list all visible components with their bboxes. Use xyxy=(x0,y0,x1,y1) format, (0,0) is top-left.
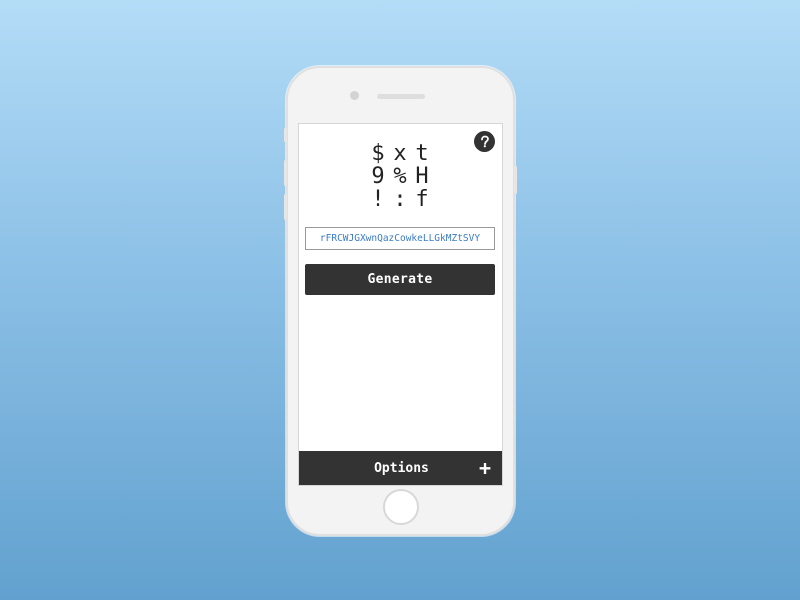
grid-char: $ xyxy=(371,141,385,166)
app-screen: $ x t 9 % H ! : f rFRCWJGXwnQazCowkeLLGk… xyxy=(298,123,503,486)
mute-switch xyxy=(284,128,287,142)
grid-char: t xyxy=(415,141,429,166)
grid-char: 9 xyxy=(371,164,385,189)
password-field[interactable]: rFRCWJGXwnQazCowkeLLGkMZtSVY xyxy=(305,227,495,250)
symbol-grid: $ x t 9 % H ! : f xyxy=(367,142,433,211)
grid-char: % xyxy=(393,164,407,189)
front-camera xyxy=(350,91,359,100)
grid-char: x xyxy=(393,141,407,166)
power-button xyxy=(514,166,517,194)
grid-char: H xyxy=(415,164,429,189)
options-bar[interactable]: Options + xyxy=(299,451,502,485)
earpiece-speaker xyxy=(377,94,425,99)
volume-up-button xyxy=(284,160,287,186)
home-button xyxy=(383,489,419,525)
options-label: Options xyxy=(374,460,429,476)
plus-icon[interactable]: + xyxy=(478,458,492,478)
question-icon xyxy=(481,135,489,148)
grid-char: : xyxy=(393,187,407,212)
grid-char: f xyxy=(415,187,429,212)
help-button[interactable] xyxy=(474,131,495,152)
phone-frame: $ x t 9 % H ! : f rFRCWJGXwnQazCowkeLLGk… xyxy=(284,66,517,536)
grid-char: ! xyxy=(371,187,385,212)
volume-down-button xyxy=(284,194,287,220)
generate-button[interactable]: Generate xyxy=(305,264,495,295)
